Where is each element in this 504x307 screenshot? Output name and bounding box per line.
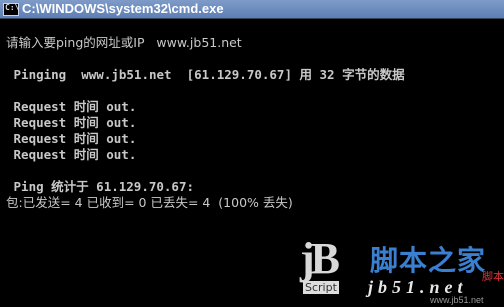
watermark-jb-mark: jB [300,234,340,283]
prompt-line: 请输入要ping的网址或IP www.jb51.net [6,35,242,50]
ping-statistics-line: Ping 统计于 61.129.70.67: [6,179,195,194]
watermark-logo: jB Script 脚本之家 jb51.net 脚本 www.jb51.net [298,233,504,307]
packets-summary-line: 包:已发送= 4 已收到= 0 已丢失= 4 (100% 丢失) [6,195,293,210]
request-timeout-line: Request 时间 out. [6,131,137,146]
request-timeout-line: Request 时间 out. [6,115,137,130]
request-timeout-line: Request 时间 out. [6,147,137,162]
watermark-url: www.jb51.net [430,295,484,305]
console-icon[interactable]: C:\ [3,3,19,16]
console-icon-glyph: C:\ [5,3,20,12]
watermark-script-label: Script [303,281,339,294]
watermark-red-label: 脚本 [482,270,504,283]
watermark-site-name: 脚本之家 [370,244,487,277]
cmd-window: C:\ C:\WINDOWS\system32\cmd.exe 请输入要ping… [0,0,504,307]
pinging-line: Pinging www.jb51.net [61.129.70.67] 用 32… [6,67,405,82]
window-title: C:\WINDOWS\system32\cmd.exe [22,1,224,16]
title-bar[interactable]: C:\ C:\WINDOWS\system32\cmd.exe [0,0,504,19]
request-timeout-line: Request 时间 out. [6,99,137,114]
